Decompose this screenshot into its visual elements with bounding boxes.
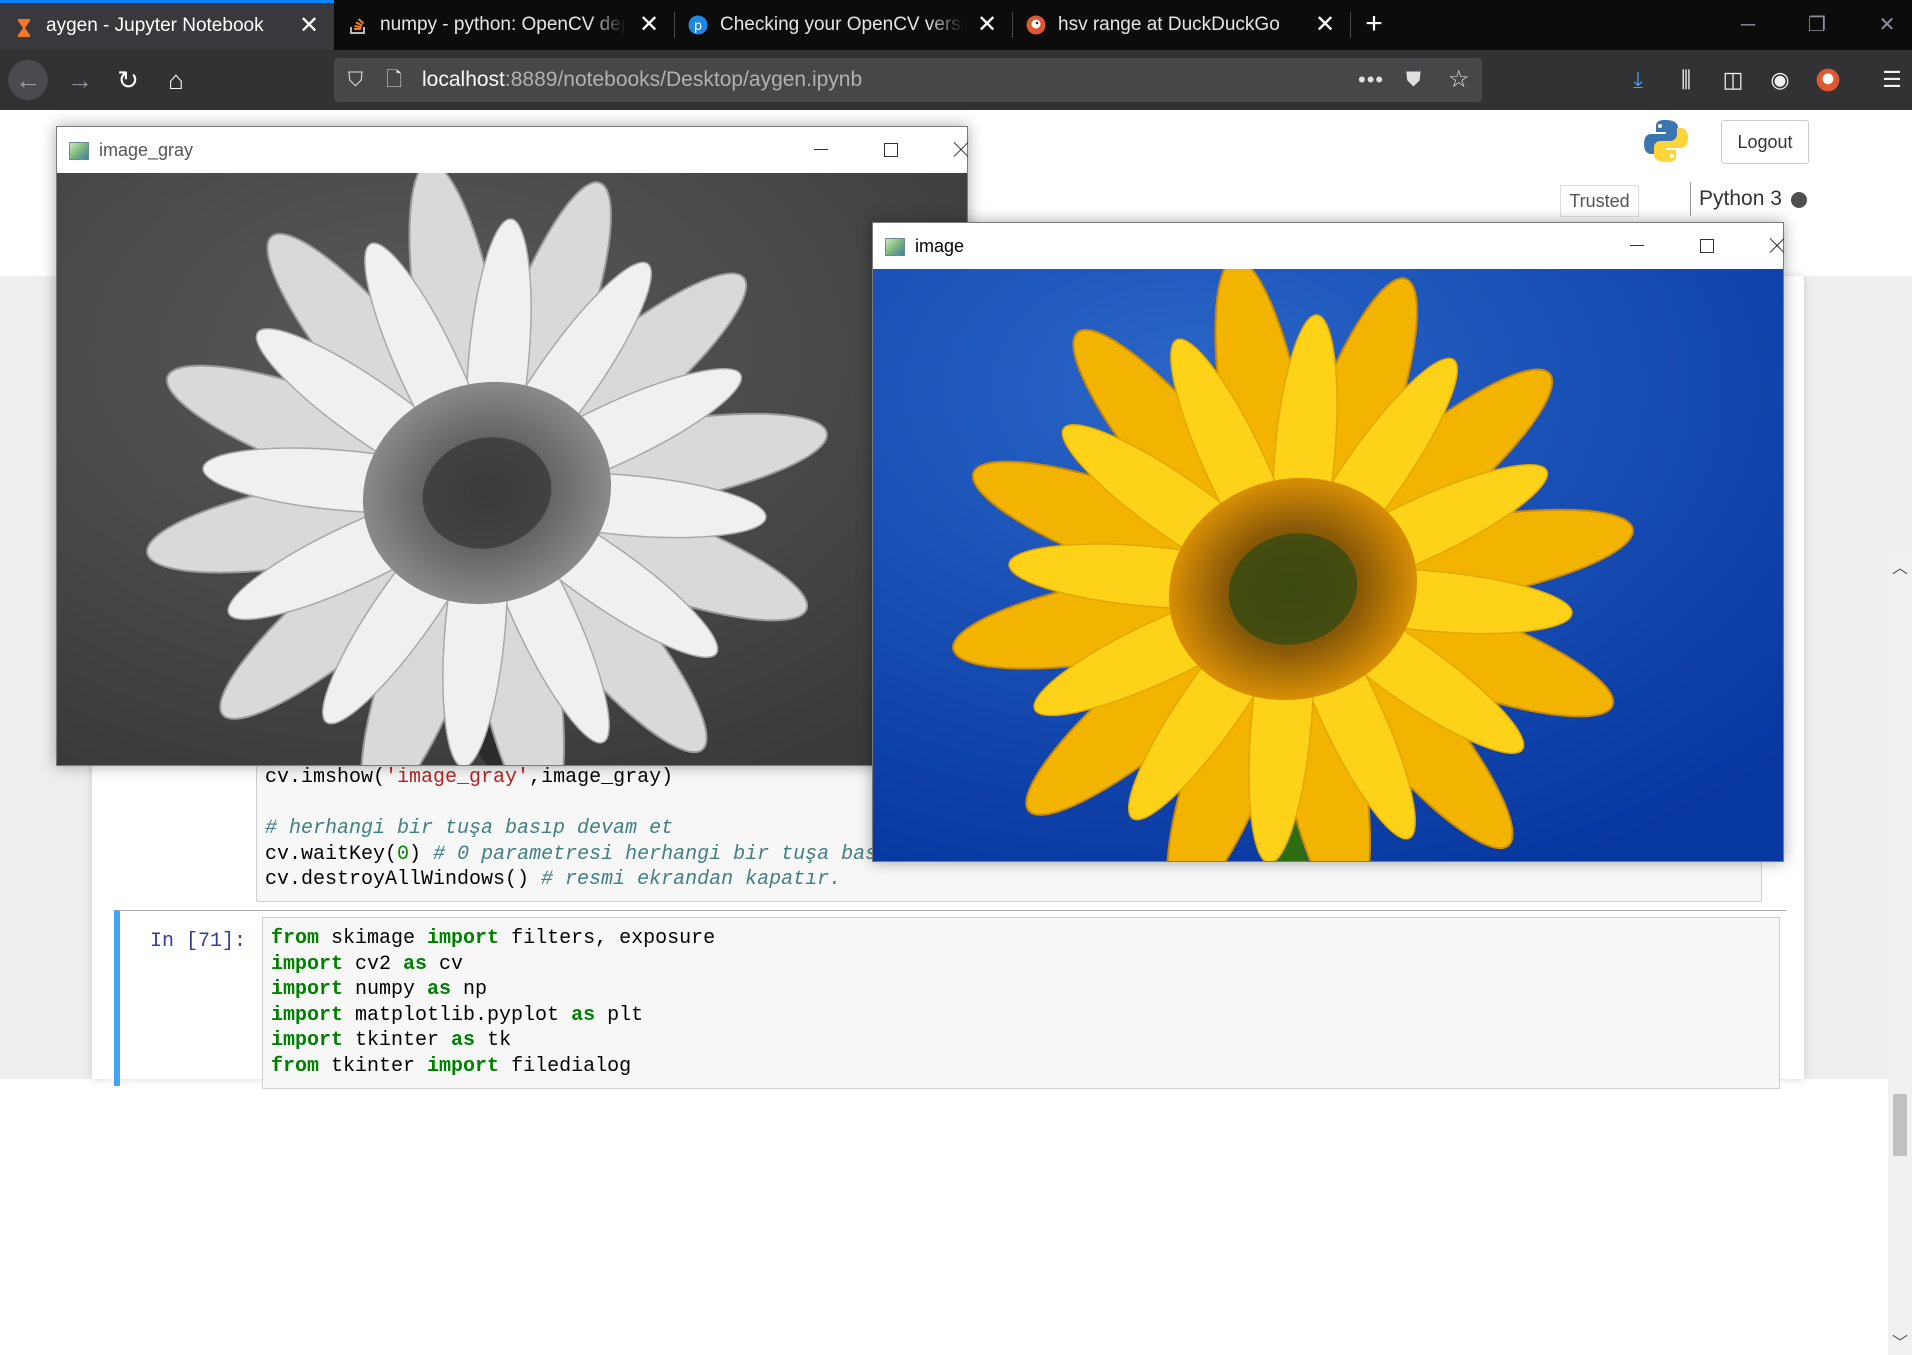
more-actions-icon[interactable]: •••	[1358, 58, 1384, 102]
url-text[interactable]: localhost:8889/notebooks/Desktop/aygen.i…	[422, 58, 862, 102]
maximize-button[interactable]	[863, 127, 919, 173]
tab-title: hsv range at DuckDuckGo	[1058, 14, 1280, 35]
cell-prompt: In [71]:	[150, 930, 247, 953]
close-icon[interactable]: ✕	[976, 0, 998, 50]
close-button[interactable]	[1749, 223, 1783, 269]
new-tab-button[interactable]: +	[1358, 0, 1390, 50]
tab-title: numpy - python: OpenCV depth	[380, 14, 626, 35]
opencv-window-icon	[885, 238, 905, 256]
scroll-up-icon[interactable]: ︿	[1888, 554, 1912, 578]
restore-window-button[interactable]: ❐	[1792, 0, 1842, 50]
opencv-window-icon	[69, 142, 89, 160]
tab-separator	[1012, 12, 1013, 38]
page-icon[interactable]: 🗋	[386, 58, 402, 102]
duckduckgo-icon	[1026, 15, 1046, 35]
pyimagesearch-icon: p	[688, 15, 708, 35]
duckduckgo-extension-icon[interactable]	[1810, 60, 1846, 100]
window-title: image	[915, 236, 965, 256]
window-titlebar[interactable]: image_gray	[57, 127, 967, 173]
tab-jupyter[interactable]: aygen - Jupyter Notebook ✕	[0, 0, 334, 50]
trusted-indicator[interactable]: Trusted	[1560, 185, 1639, 217]
close-icon[interactable]: ✕	[298, 3, 320, 49]
sidebar-icon[interactable]: ◫	[1715, 60, 1751, 100]
tab-bar: aygen - Jupyter Notebook ✕ numpy - pytho…	[0, 0, 1912, 50]
home-button[interactable]: ⌂	[156, 60, 196, 100]
navigation-bar: ← → ↻ ⌂ ⛉ 🗋 localhost:8889/notebooks/Des…	[0, 50, 1912, 110]
tab-separator	[1350, 12, 1351, 38]
opencv-window-gray[interactable]: image_gray	[56, 126, 968, 766]
kernel-name[interactable]: Python 3	[1690, 182, 1782, 216]
page-scrollbar[interactable]: ︿ ﹀	[1888, 552, 1912, 1355]
back-button[interactable]: ←	[8, 60, 48, 100]
code-cell-selected[interactable]: In [71]: from skimage import filters, ex…	[114, 910, 1786, 1089]
tab-separator	[674, 12, 675, 38]
reload-button[interactable]: ↻	[108, 60, 148, 100]
grayscale-sunflower-image	[57, 173, 967, 765]
account-icon[interactable]: ◉	[1762, 60, 1798, 100]
close-window-button[interactable]: ✕	[1862, 0, 1912, 50]
maximize-button[interactable]	[1679, 223, 1735, 269]
color-sunflower-image	[873, 269, 1783, 861]
window-titlebar[interactable]: image	[873, 223, 1783, 269]
url-path: :8889/notebooks/Desktop/aygen.ipynb	[504, 68, 863, 91]
python-logo-icon	[1644, 120, 1688, 162]
url-host: localhost	[422, 68, 505, 91]
kernel-busy-indicator	[1791, 192, 1807, 208]
library-icon[interactable]: ⫼	[1668, 60, 1704, 100]
forward-button[interactable]: →	[60, 60, 100, 100]
close-icon[interactable]: ✕	[638, 0, 660, 50]
shield-icon[interactable]: ⛉	[348, 58, 363, 102]
code-cell-input[interactable]: from skimage import filters, exposure im…	[262, 917, 1780, 1089]
opencv-window-color[interactable]: image	[872, 222, 1784, 862]
stackoverflow-icon	[350, 18, 365, 34]
scrollbar-thumb[interactable]	[1893, 1094, 1907, 1156]
tab-title: Checking your OpenCV version	[720, 14, 964, 35]
pocket-icon[interactable]: ⛊	[1406, 58, 1421, 102]
hourglass-icon	[18, 19, 30, 37]
url-bar[interactable]: ⛉ 🗋 localhost:8889/notebooks/Desktop/ayg…	[334, 58, 1482, 102]
tab-opencv-version[interactable]: p Checking your OpenCV version ✕	[674, 0, 1012, 50]
tab-title: aygen - Jupyter Notebook	[46, 15, 264, 36]
logout-button[interactable]: Logout	[1721, 120, 1809, 164]
code-block[interactable]: from skimage import filters, exposure im…	[271, 926, 715, 1079]
download-icon[interactable]: ⤓	[1620, 60, 1656, 100]
minimize-window-button[interactable]: ─	[1723, 0, 1773, 50]
minimize-button[interactable]	[793, 127, 849, 173]
close-icon[interactable]: ✕	[1314, 0, 1336, 50]
minimize-button[interactable]	[1609, 223, 1665, 269]
menu-icon[interactable]: ☰	[1874, 60, 1910, 100]
tab-numpy[interactable]: numpy - python: OpenCV depth ✕	[334, 0, 674, 50]
close-button[interactable]	[933, 127, 967, 173]
window-title: image_gray	[99, 140, 194, 160]
svg-text:p: p	[694, 19, 702, 34]
tab-duckduckgo[interactable]: hsv range at DuckDuckGo ✕	[1012, 0, 1350, 50]
scroll-down-icon[interactable]: ﹀	[1888, 1329, 1912, 1353]
bookmark-star-icon[interactable]: ☆	[1448, 58, 1470, 102]
